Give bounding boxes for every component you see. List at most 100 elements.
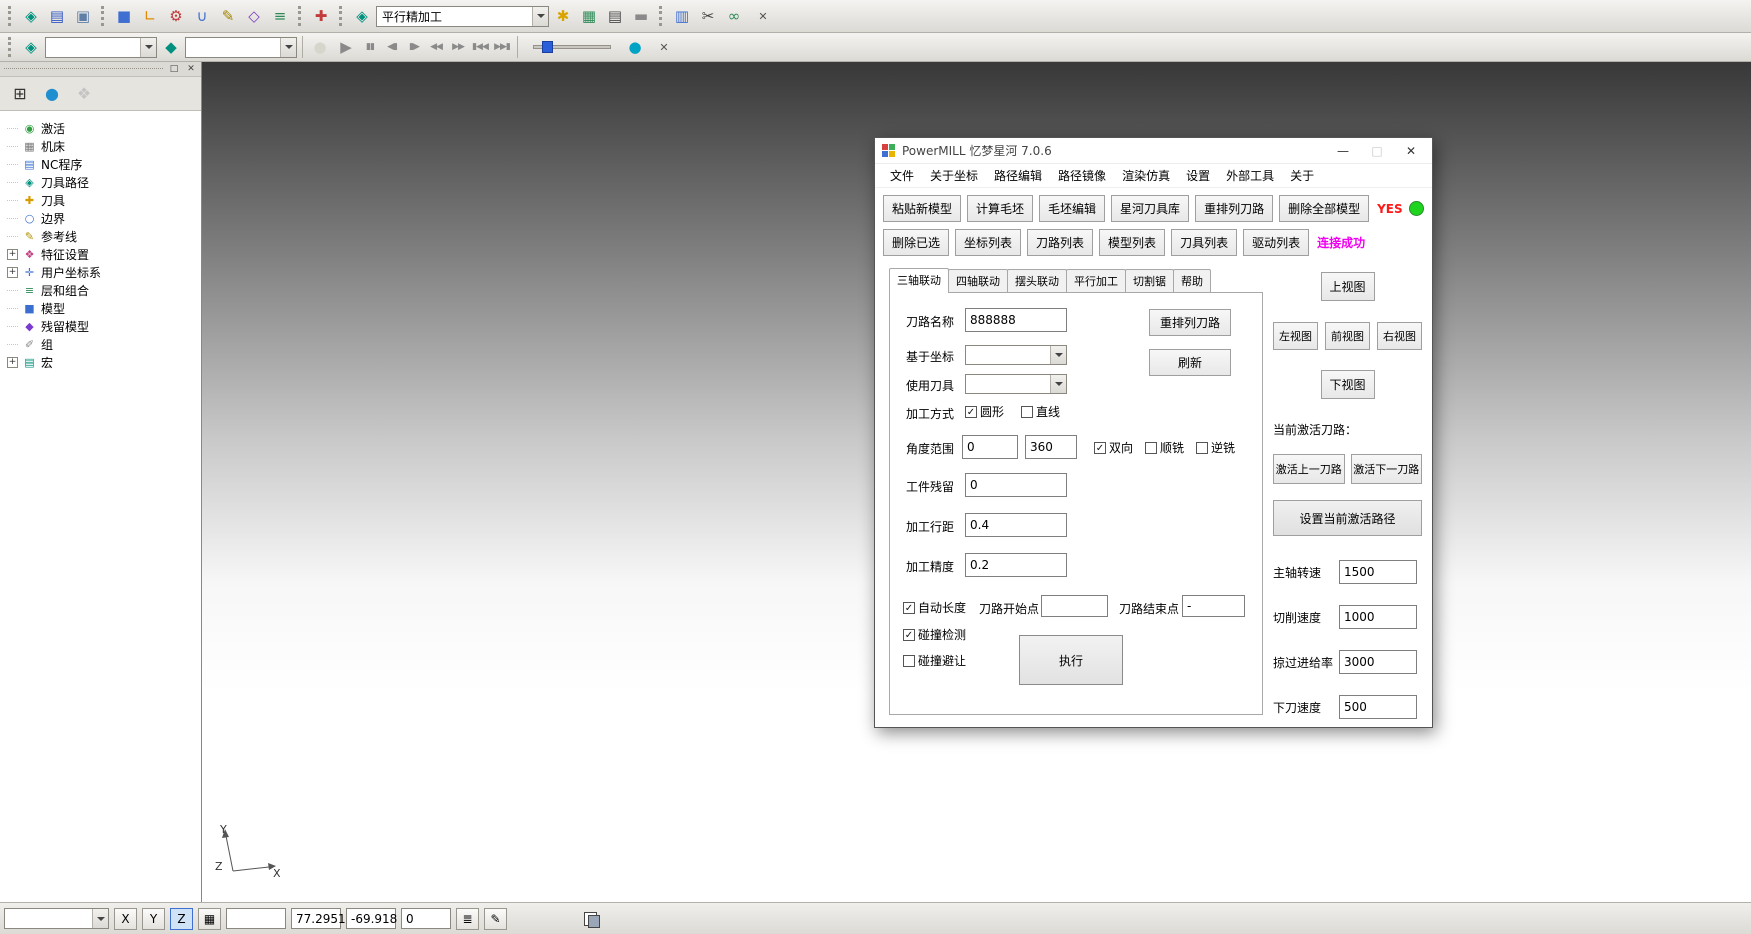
globe-icon[interactable]: ●: [40, 82, 64, 106]
start-point-input[interactable]: [1041, 595, 1108, 617]
dropdown-arrow-icon[interactable]: [140, 38, 156, 57]
tree-item-activate[interactable]: ◉ 激活: [2, 119, 199, 137]
activate-next-toolpath-button[interactable]: 激活下一刀路: [1351, 454, 1423, 484]
dialog-titlebar[interactable]: PowerMILL 忆梦星河 7.0.6 — □ ✕: [875, 138, 1432, 164]
axis-y-button[interactable]: Y: [142, 908, 165, 930]
bidirectional-checkbox[interactable]: ✓ 双向: [1094, 439, 1133, 456]
tree-item-patterns[interactable]: ✎ 参考线: [2, 227, 199, 245]
scissors-icon[interactable]: ✂: [696, 4, 720, 28]
toolbar-close-icon[interactable]: ✕: [754, 7, 772, 25]
close-button[interactable]: ✕: [1397, 144, 1425, 158]
tree-item-macros[interactable]: + ▤ 宏: [2, 353, 199, 371]
ncprogram-select-dropdown[interactable]: [185, 37, 297, 58]
toolbar-grip[interactable]: [8, 37, 13, 57]
rearrange-toolpaths-button[interactable]: 重排列刀路: [1149, 309, 1231, 336]
minimize-button[interactable]: —: [1329, 144, 1357, 158]
speed-slider[interactable]: [533, 45, 611, 49]
stock-edit-button[interactable]: 毛坯编辑: [1039, 195, 1105, 222]
save-icon[interactable]: ▤: [45, 4, 69, 28]
toolbar-grip[interactable]: [298, 6, 303, 26]
plunge-feed-input[interactable]: [1339, 695, 1417, 719]
pages-icon[interactable]: [584, 912, 597, 926]
ruler-icon[interactable]: ▬: [629, 4, 653, 28]
tree-structure-icon[interactable]: ⊞: [8, 82, 32, 106]
tree-item-models[interactable]: ■ 模型: [2, 299, 199, 317]
end-point-input[interactable]: [1182, 595, 1245, 617]
lightbulb-icon[interactable]: ●: [308, 35, 332, 59]
view-left-button[interactable]: 左视图: [1273, 322, 1318, 350]
toolpath-select-dropdown[interactable]: [45, 37, 157, 58]
menu-external-tools[interactable]: 外部工具: [1219, 165, 1281, 186]
tree-item-feature-sets[interactable]: + ❖ 特征设置: [2, 245, 199, 263]
spindle-speed-input[interactable]: [1339, 560, 1417, 584]
coordinate-x-field[interactable]: 77.2951: [291, 908, 341, 929]
tree-item-levels-sets[interactable]: ≡ 层和组合: [2, 281, 199, 299]
pencil-edit-icon[interactable]: ✎: [216, 4, 240, 28]
levels-icon[interactable]: ≡: [268, 4, 292, 28]
wrench-icon[interactable]: ✚: [309, 4, 333, 28]
statusbar-dropdown[interactable]: [4, 908, 109, 929]
tab-tilthead[interactable]: 摆头联动: [1007, 269, 1067, 292]
grid-toggle-icon[interactable]: ▦: [198, 908, 221, 930]
tree-item-boundaries[interactable]: ○ 边界: [2, 209, 199, 227]
set-active-path-button[interactable]: 设置当前激活路径: [1273, 500, 1422, 536]
expand-icon[interactable]: +: [7, 267, 18, 278]
panel-pin-icon[interactable]: □: [168, 65, 180, 74]
go-end-icon[interactable]: ▶▶▮: [492, 35, 512, 59]
conventional-mill-checkbox[interactable]: 逆铣: [1196, 439, 1235, 456]
tool-list-button[interactable]: 刀具列表: [1171, 229, 1237, 256]
tree-item-groups[interactable]: ✐ 组: [2, 335, 199, 353]
menu-path-edit[interactable]: 路径编辑: [987, 165, 1049, 186]
menu-about-coords[interactable]: 关于坐标: [923, 165, 985, 186]
toolbar-grip[interactable]: [101, 6, 106, 26]
dropdown-arrow-icon[interactable]: [92, 909, 108, 928]
menu-file[interactable]: 文件: [883, 165, 921, 186]
coordinate-y-field[interactable]: -69.918: [346, 908, 396, 929]
model-list-button[interactable]: 模型列表: [1099, 229, 1165, 256]
refresh-button[interactable]: 刷新: [1149, 349, 1231, 376]
binoculars-icon[interactable]: ∞: [722, 4, 746, 28]
tree-item-machine[interactable]: ▦ 机床: [2, 137, 199, 155]
view-right-button[interactable]: 右视图: [1377, 322, 1422, 350]
statusbar-blank-field[interactable]: [226, 908, 286, 929]
expand-icon[interactable]: +: [7, 357, 18, 368]
tool-icon[interactable]: ⚙: [164, 4, 188, 28]
strategies-icon[interactable]: ◈: [350, 4, 374, 28]
mode-circle-checkbox[interactable]: ✓ 圆形: [965, 403, 1004, 420]
pause-icon[interactable]: ▮▮: [360, 35, 380, 59]
maximize-button[interactable]: □: [1363, 144, 1391, 158]
explorer-panel-header[interactable]: □ ✕: [0, 62, 201, 77]
view-front-button[interactable]: 前视图: [1325, 322, 1370, 350]
menu-about[interactable]: 关于: [1283, 165, 1321, 186]
panel-close-icon[interactable]: ✕: [185, 65, 197, 74]
tab-help[interactable]: 帮助: [1173, 269, 1211, 292]
coord-list-button[interactable]: 坐标列表: [955, 229, 1021, 256]
delete-selected-button[interactable]: 删除已选: [883, 229, 949, 256]
shield-icon[interactable]: ❖: [72, 82, 96, 106]
menu-render-sim[interactable]: 渲染仿真: [1115, 165, 1177, 186]
axis-x-button[interactable]: X: [114, 908, 137, 930]
list-options-icon[interactable]: ≣: [456, 908, 479, 930]
paste-new-model-button[interactable]: 粘贴新模型: [883, 195, 961, 222]
calculator-icon[interactable]: ▤: [603, 4, 627, 28]
rewind-icon[interactable]: ◀◀: [426, 35, 446, 59]
toolbar-close-icon[interactable]: ✕: [655, 38, 673, 56]
auto-length-checkbox[interactable]: ✓ 自动长度: [903, 599, 966, 616]
tool-library-button[interactable]: 星河刀具库: [1111, 195, 1189, 222]
panel-drag-handle[interactable]: [4, 68, 163, 71]
strategy-icon[interactable]: ◈: [19, 35, 43, 59]
rearrange-toolpaths-button[interactable]: 重排列刀路: [1195, 195, 1273, 222]
tree-item-stock-models[interactable]: ◆ 残留模型: [2, 317, 199, 335]
nc-program-icon[interactable]: ◆: [159, 35, 183, 59]
prev-frame-icon[interactable]: ◀▮: [382, 35, 402, 59]
draw-cursor-icon[interactable]: ✎: [484, 908, 507, 930]
strategy-dropdown[interactable]: 平行精加工: [376, 6, 549, 27]
grid-edit-icon[interactable]: ▦: [577, 4, 601, 28]
delete-all-models-button[interactable]: 删除全部模型: [1279, 195, 1369, 222]
drive-list-button[interactable]: 驱动列表: [1243, 229, 1309, 256]
tree-item-workplanes[interactable]: + ✛ 用户坐标系: [2, 263, 199, 281]
collision-avoid-checkbox[interactable]: 碰撞避让: [903, 652, 966, 669]
toolpaths-icon[interactable]: ◈: [19, 4, 43, 28]
toolbar-grip[interactable]: [8, 6, 13, 26]
go-start-icon[interactable]: ▮◀◀: [470, 35, 490, 59]
